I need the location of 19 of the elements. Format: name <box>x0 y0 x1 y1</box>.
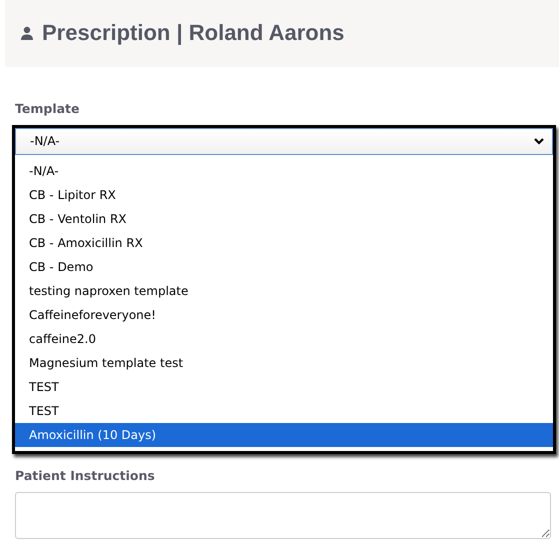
dropdown-option[interactable]: CB - Lipitor RX <box>15 182 553 207</box>
user-icon <box>20 26 34 40</box>
field-label: Patient Instructions <box>15 466 155 485</box>
dropdown-option[interactable]: TEST <box>15 398 553 423</box>
select-field[interactable]: -N/A- <box>15 128 553 155</box>
dropdown-option[interactable]: Caffeineforeveryone! <box>15 302 553 327</box>
dropdown-option[interactable]: Magnesium template test <box>15 350 553 375</box>
dropdown-option[interactable]: caffeine2.0 <box>15 326 553 351</box>
dropdown-option[interactable]: CB - Amoxicillin RX <box>15 230 553 255</box>
caret-icon <box>534 138 544 145</box>
dropdown-option[interactable]: TEST <box>15 374 553 399</box>
field-label: Template <box>15 100 80 118</box>
dropdown-option[interactable]: testing naproxen template <box>15 278 553 303</box>
dropdown-option[interactable]: CB - Demo <box>15 254 553 279</box>
dropdown-option[interactable]: -N/A- <box>15 158 553 183</box>
text-area[interactable] <box>15 492 551 538</box>
page-title: Prescription | Roland Aarons <box>42 20 344 47</box>
dropdown-option[interactable]: Amoxicillin (10 Days) <box>15 422 553 447</box>
dropdown-option[interactable]: CB - Ventolin RX <box>15 206 553 231</box>
